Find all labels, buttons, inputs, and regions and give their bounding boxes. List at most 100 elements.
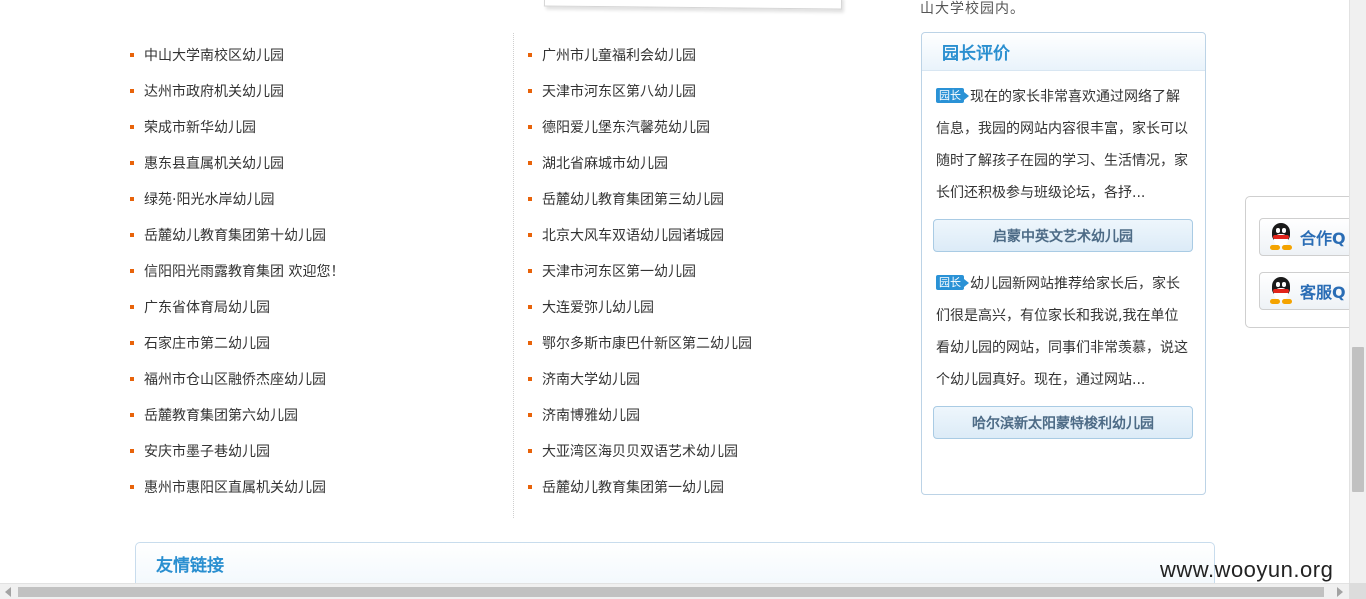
bullet-icon <box>130 125 134 129</box>
kindergarten-link[interactable]: 岳麓教育集团第六幼儿园 <box>144 405 298 425</box>
kindergarten-link[interactable]: 信阳阳光雨露教育集团 欢迎您！ <box>144 261 344 281</box>
kindergarten-link[interactable]: 达州市政府机关幼儿园 <box>144 81 284 101</box>
kindergarten-link[interactable]: 岳麓幼儿教育集团第一幼儿园 <box>542 477 724 497</box>
bullet-icon <box>130 53 134 57</box>
horizontal-scrollbar[interactable] <box>0 583 1349 599</box>
bullet-icon <box>528 341 532 345</box>
kindergarten-link[interactable]: 绿苑·阳光水岸幼儿园 <box>144 189 274 209</box>
kindergarten-link[interactable]: 大亚湾区海贝贝双语艺术幼儿园 <box>542 441 738 461</box>
kindergarten-link[interactable]: 岳麓幼儿教育集团第三幼儿园 <box>542 189 724 209</box>
list-item[interactable]: 广州市儿童福利会幼儿园 <box>528 37 898 73</box>
review-text: 幼儿园新网站推荐给家长后，家长们很是高兴，有位家长和我说,我在单位看幼儿园的网站… <box>936 276 1188 388</box>
list-item[interactable]: 北京大风车双语幼儿园诸城园 <box>528 217 898 253</box>
list-item[interactable]: 鄂尔多斯市康巴什新区第二幼儿园 <box>528 325 898 361</box>
list-item[interactable]: 湖北省麻城市幼儿园 <box>528 145 898 181</box>
scroll-right-arrow-icon[interactable] <box>1337 587 1343 597</box>
list-item[interactable]: 信阳阳光雨露教育集团 欢迎您！ <box>130 253 500 289</box>
qq-button-label: 合作Q <box>1300 229 1346 248</box>
vertical-scrollbar[interactable] <box>1349 0 1366 583</box>
kindergarten-link[interactable]: 惠州市惠阳区直属机关幼儿园 <box>144 477 326 497</box>
list-item[interactable]: 安庆市墨子巷幼儿园 <box>130 433 500 469</box>
kindergarten-link[interactable]: 惠东县直属机关幼儿园 <box>144 153 284 173</box>
bullet-icon <box>528 233 532 237</box>
bullet-icon <box>130 161 134 165</box>
bullet-icon <box>528 377 532 381</box>
review-text-block: 园长 现在的家长非常喜欢通过网络了解信息，我园的网站内容很丰富，家长可以随时了解孩… <box>936 81 1191 209</box>
bullet-icon <box>130 233 134 237</box>
kindergarten-link[interactable]: 天津市河东区第八幼儿园 <box>542 81 696 101</box>
kindergarten-link[interactable]: 中山大学南校区幼儿园 <box>144 45 284 65</box>
top-paper-edge <box>543 0 843 10</box>
school-name-button[interactable]: 哈尔滨新太阳蒙特梭利幼儿园 <box>933 406 1193 439</box>
top-partial-text: 山大学校园内。 <box>920 1 1025 17</box>
vertical-scroll-thumb[interactable] <box>1352 347 1364 492</box>
kindergarten-link[interactable]: 广东省体育局幼儿园 <box>144 297 270 317</box>
bullet-icon <box>528 197 532 201</box>
list-item[interactable]: 岳麓幼儿教育集团第十幼儿园 <box>130 217 500 253</box>
list-item[interactable]: 石家庄市第二幼儿园 <box>130 325 500 361</box>
review-text-block: 园长 幼儿园新网站推荐给家长后，家长们很是高兴，有位家长和我说,我在单位看幼儿园的… <box>936 268 1191 396</box>
list-item[interactable]: 大亚湾区海贝贝双语艺术幼儿园 <box>528 433 898 469</box>
list-item[interactable]: 中山大学南校区幼儿园 <box>130 37 500 73</box>
school-name-button[interactable]: 启蒙中英文艺术幼儿园 <box>933 219 1193 252</box>
kindergarten-link[interactable]: 大连爱弥儿幼儿园 <box>542 297 654 317</box>
bullet-icon <box>130 377 134 381</box>
kindergarten-link[interactable]: 广州市儿童福利会幼儿园 <box>542 45 696 65</box>
qq-penguin-icon <box>1268 277 1294 305</box>
bullet-icon <box>528 305 532 309</box>
bullet-icon <box>528 485 532 489</box>
bullet-icon <box>528 269 532 273</box>
list-item[interactable]: 广东省体育局幼儿园 <box>130 289 500 325</box>
list-item[interactable]: 岳麓幼儿教育集团第一幼儿园 <box>528 469 898 505</box>
review-text: 现在的家长非常喜欢通过网络了解信息，我园的网站内容很丰富，家长可以随时了解孩子在… <box>936 89 1188 201</box>
kindergarten-link[interactable]: 岳麓幼儿教育集团第十幼儿园 <box>144 225 326 245</box>
bullet-icon <box>130 269 134 273</box>
bullet-icon <box>130 341 134 345</box>
kindergarten-link[interactable]: 天津市河东区第一幼儿园 <box>542 261 696 281</box>
watermark-text: www.wooyun.org <box>1160 557 1334 582</box>
list-item[interactable]: 天津市河东区第八幼儿园 <box>528 73 898 109</box>
kindergarten-link[interactable]: 石家庄市第二幼儿园 <box>144 333 270 353</box>
bullet-icon <box>130 413 134 417</box>
review-panel-header: 园长评价 <box>922 33 1205 71</box>
list-item[interactable]: 福州市仓山区融侨杰座幼儿园 <box>130 361 500 397</box>
list-item[interactable]: 惠东县直属机关幼儿园 <box>130 145 500 181</box>
bullet-icon <box>130 305 134 309</box>
scrollbar-corner <box>1349 583 1366 599</box>
list-item[interactable]: 德阳爱儿堡东汽馨苑幼儿园 <box>528 109 898 145</box>
qq-penguin-icon <box>1268 223 1294 251</box>
list-item[interactable]: 达州市政府机关幼儿园 <box>130 73 500 109</box>
list-item[interactable]: 荣成市新华幼儿园 <box>130 109 500 145</box>
review-panel-title: 园长评价 <box>942 44 1010 64</box>
list-item[interactable]: 绿苑·阳光水岸幼儿园 <box>130 181 500 217</box>
kindergarten-link[interactable]: 福州市仓山区融侨杰座幼儿园 <box>144 369 326 389</box>
qq-button-label: 客服Q <box>1300 283 1346 302</box>
qq-contact-panel: 合作Q 客服Q <box>1245 196 1366 328</box>
kindergarten-link[interactable]: 北京大风车双语幼儿园诸城园 <box>542 225 724 245</box>
scroll-left-arrow-icon[interactable] <box>5 587 11 597</box>
list-item[interactable]: 济南博雅幼儿园 <box>528 397 898 433</box>
bullet-icon <box>528 53 532 57</box>
list-item[interactable]: 岳麓教育集团第六幼儿园 <box>130 397 500 433</box>
review-item: 园长 现在的家长非常喜欢通过网络了解信息，我园的网站内容很丰富，家长可以随时了解孩… <box>933 81 1193 252</box>
column-divider <box>513 33 514 518</box>
bullet-icon <box>130 197 134 201</box>
bullet-icon <box>130 449 134 453</box>
principal-tag: 园长 <box>936 275 969 290</box>
list-item[interactable]: 岳麓幼儿教育集团第三幼儿园 <box>528 181 898 217</box>
kindergarten-link[interactable]: 鄂尔多斯市康巴什新区第二幼儿园 <box>542 333 752 353</box>
kindergarten-link[interactable]: 济南博雅幼儿园 <box>542 405 640 425</box>
list-item[interactable]: 天津市河东区第一幼儿园 <box>528 253 898 289</box>
list-item[interactable]: 大连爱弥儿幼儿园 <box>528 289 898 325</box>
bullet-icon <box>528 125 532 129</box>
kindergarten-list-right: 广州市儿童福利会幼儿园 天津市河东区第八幼儿园 德阳爱儿堡东汽馨苑幼儿园 湖北省… <box>528 37 898 505</box>
horizontal-scroll-thumb[interactable] <box>18 587 1324 597</box>
kindergarten-link[interactable]: 荣成市新华幼儿园 <box>144 117 256 137</box>
bullet-icon <box>528 89 532 93</box>
kindergarten-link[interactable]: 德阳爱儿堡东汽馨苑幼儿园 <box>542 117 710 137</box>
kindergarten-link[interactable]: 济南大学幼儿园 <box>542 369 640 389</box>
kindergarten-link[interactable]: 安庆市墨子巷幼儿园 <box>144 441 270 461</box>
list-item[interactable]: 惠州市惠阳区直属机关幼儿园 <box>130 469 500 505</box>
kindergarten-link[interactable]: 湖北省麻城市幼儿园 <box>542 153 668 173</box>
list-item[interactable]: 济南大学幼儿园 <box>528 361 898 397</box>
